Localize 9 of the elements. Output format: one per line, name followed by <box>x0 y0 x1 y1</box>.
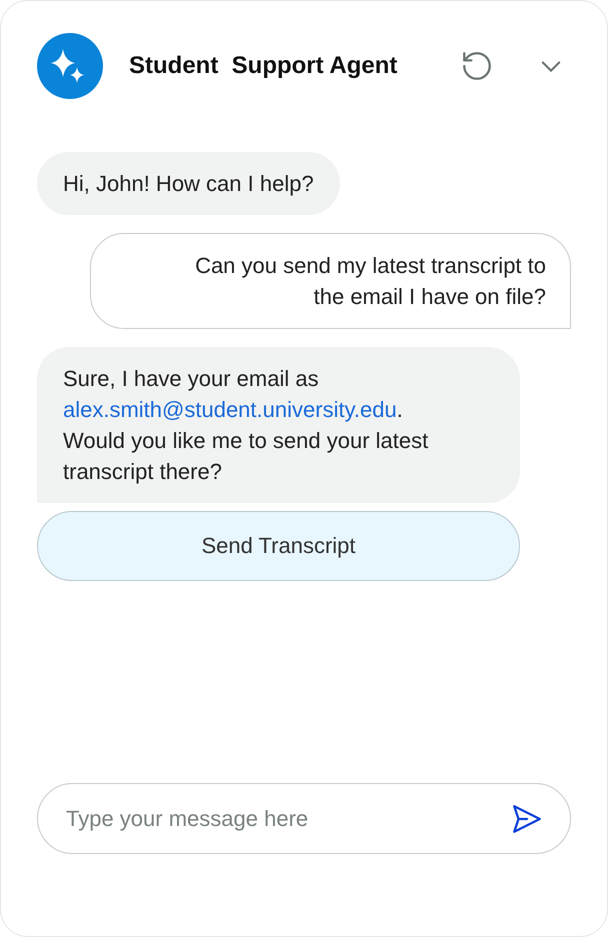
message-composer[interactable]: Type your message here <box>37 783 571 854</box>
email-link[interactable]: alex.smith@student.university.edu <box>63 397 397 422</box>
user-message: Can you send my latest transcript to the email I have on file? <box>90 233 571 329</box>
agent-message: Sure, I have your email as alex.smith@student.university.edu. Would you like me to send your latest transcript there? <box>37 347 520 503</box>
send-transcript-button[interactable]: Send Transcript <box>37 511 520 581</box>
agent-message: Hi, John! How can I help? <box>37 152 340 215</box>
message-field[interactable]: Type your message here <box>64 804 510 832</box>
sparkle-avatar-icon <box>37 33 103 99</box>
agent-title: Student Support Agent <box>129 52 398 80</box>
